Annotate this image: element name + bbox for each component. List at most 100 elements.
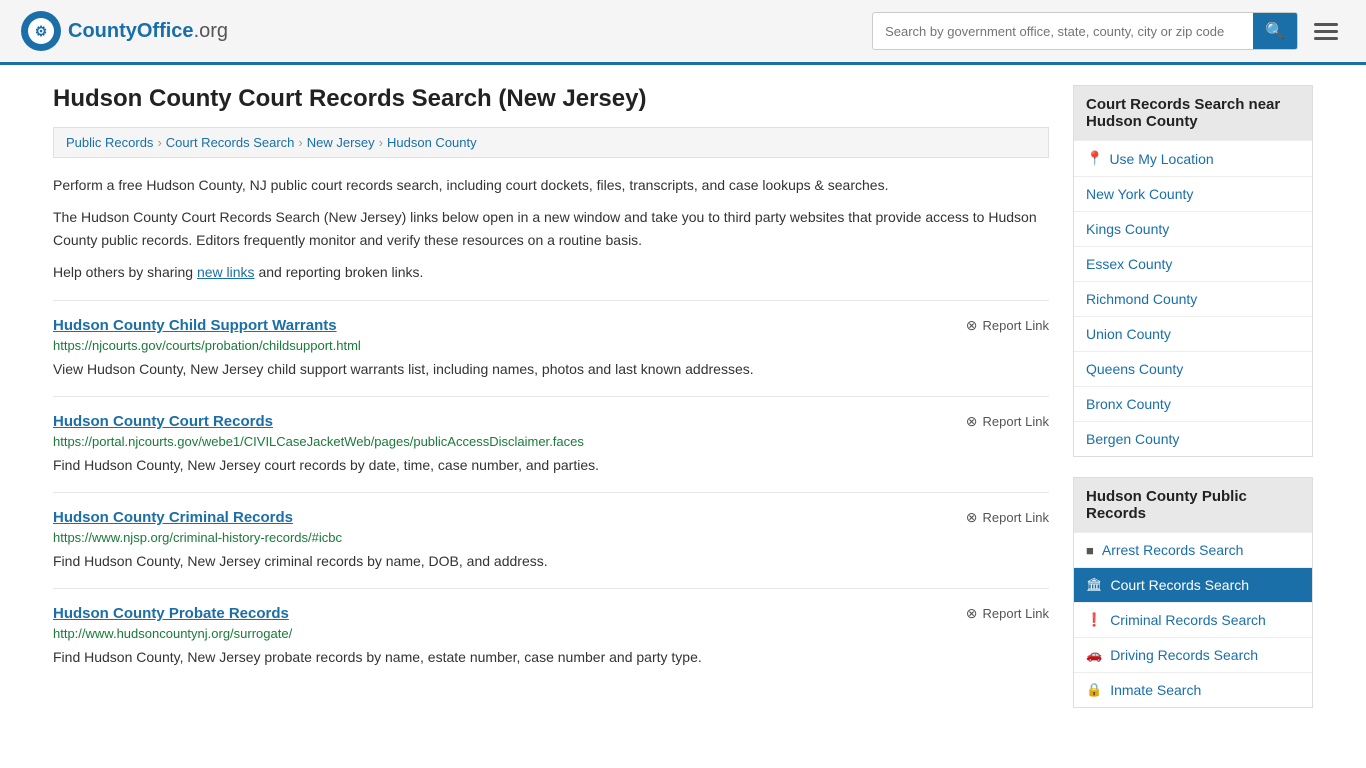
desc3-after: and reporting broken links.	[255, 264, 424, 280]
menu-bar-1	[1314, 23, 1338, 26]
breadcrumb-sep-3: ›	[379, 135, 383, 150]
record-item: Hudson County Criminal Records ⊗ Report …	[53, 492, 1049, 588]
record-title-1[interactable]: Hudson County Court Records	[53, 413, 273, 430]
menu-bar-3	[1314, 37, 1338, 40]
breadcrumb-sep-1: ›	[157, 135, 161, 150]
search-icon: 🔍	[1265, 23, 1285, 40]
menu-bar-2	[1314, 30, 1338, 33]
report-link-1[interactable]: ⊗ Report Link	[966, 413, 1049, 430]
desc-para-3: Help others by sharing new links and rep…	[53, 261, 1049, 283]
report-icon-2: ⊗	[966, 509, 978, 526]
nearby-county-item[interactable]: Kings County	[1074, 211, 1312, 246]
nearby-county-item[interactable]: Bronx County	[1074, 386, 1312, 421]
public-record-link-3[interactable]: Driving Records Search	[1110, 647, 1258, 663]
nearby-counties-list: New York County Kings County Essex County R…	[1074, 176, 1312, 456]
breadcrumb-new-jersey[interactable]: New Jersey	[307, 135, 375, 150]
record-header: Hudson County Child Support Warrants ⊗ R…	[53, 317, 1049, 334]
nearby-county-link-5[interactable]: Queens County	[1086, 361, 1183, 377]
public-record-link-4[interactable]: Inmate Search	[1110, 682, 1201, 698]
record-desc-3: Find Hudson County, New Jersey probate r…	[53, 647, 1049, 668]
logo-text: CountyOffice.org	[68, 20, 228, 43]
record-header: Hudson County Court Records ⊗ Report Lin…	[53, 413, 1049, 430]
nearby-county-link-2[interactable]: Essex County	[1086, 256, 1172, 272]
breadcrumb-court-records-search[interactable]: Court Records Search	[166, 135, 295, 150]
public-records-list: ■ Arrest Records Search 🏛 Court Records …	[1074, 532, 1312, 707]
logo-area: ⚙ CountyOffice.org	[20, 10, 228, 52]
nearby-county-link-7[interactable]: Bergen County	[1086, 431, 1179, 447]
report-link-2[interactable]: ⊗ Report Link	[966, 509, 1049, 526]
record-url-2[interactable]: https://www.njsp.org/criminal-history-re…	[53, 530, 1049, 545]
record-item: Hudson County Child Support Warrants ⊗ R…	[53, 300, 1049, 396]
record-item: Hudson County Court Records ⊗ Report Lin…	[53, 396, 1049, 492]
record-desc-1: Find Hudson County, New Jersey court rec…	[53, 455, 1049, 476]
breadcrumb-hudson-county[interactable]: Hudson County	[387, 135, 477, 150]
report-link-label-3: Report Link	[983, 606, 1049, 621]
nearby-county-item[interactable]: Bergen County	[1074, 421, 1312, 456]
records-list: Hudson County Child Support Warrants ⊗ R…	[53, 300, 1049, 684]
site-header: ⚙ CountyOffice.org 🔍	[0, 0, 1366, 65]
record-url-0[interactable]: https://njcourts.gov/courts/probation/ch…	[53, 338, 1049, 353]
public-record-icon-1: 🏛	[1086, 577, 1103, 593]
record-url-3[interactable]: http://www.hudsoncountynj.org/surrogate/	[53, 626, 1049, 641]
desc3-before: Help others by sharing	[53, 264, 197, 280]
record-title-0[interactable]: Hudson County Child Support Warrants	[53, 317, 337, 334]
public-record-icon-3: 🚗	[1086, 647, 1102, 663]
breadcrumb: Public Records › Court Records Search › …	[53, 127, 1049, 158]
nearby-county-link-4[interactable]: Union County	[1086, 326, 1171, 342]
nearby-county-item[interactable]: New York County	[1074, 176, 1312, 211]
record-header: Hudson County Probate Records ⊗ Report L…	[53, 605, 1049, 622]
search-input[interactable]	[873, 16, 1253, 47]
nearby-section-header: Court Records Search near Hudson County	[1074, 86, 1312, 140]
nearby-county-link-0[interactable]: New York County	[1086, 186, 1193, 202]
search-bar: 🔍	[872, 12, 1298, 50]
record-header: Hudson County Criminal Records ⊗ Report …	[53, 509, 1049, 526]
desc-para-1: Perform a free Hudson County, NJ public …	[53, 174, 1049, 196]
use-my-location-link[interactable]: Use My Location	[1109, 151, 1213, 167]
report-icon-0: ⊗	[966, 317, 978, 334]
page-title: Hudson County Court Records Search (New …	[53, 85, 1049, 113]
search-button[interactable]: 🔍	[1253, 13, 1297, 49]
nearby-county-link-3[interactable]: Richmond County	[1086, 291, 1197, 307]
report-link-0[interactable]: ⊗ Report Link	[966, 317, 1049, 334]
nearby-county-item[interactable]: Queens County	[1074, 351, 1312, 386]
record-url-1[interactable]: https://portal.njcourts.gov/webe1/CIVILC…	[53, 434, 1049, 449]
public-record-link-2[interactable]: Criminal Records Search	[1110, 612, 1266, 628]
nearby-county-item[interactable]: Union County	[1074, 316, 1312, 351]
nearby-county-link-6[interactable]: Bronx County	[1086, 396, 1171, 412]
public-record-icon-0: ■	[1086, 543, 1094, 558]
record-title-2[interactable]: Hudson County Criminal Records	[53, 509, 293, 526]
public-record-item[interactable]: 🏛 Court Records Search	[1074, 567, 1312, 602]
public-record-item[interactable]: ■ Arrest Records Search	[1074, 532, 1312, 567]
public-record-item[interactable]: 🚗 Driving Records Search	[1074, 637, 1312, 672]
public-records-section: Hudson County Public Records ■ Arrest Re…	[1073, 477, 1313, 708]
public-record-link-1[interactable]: Court Records Search	[1111, 577, 1250, 593]
breadcrumb-sep-2: ›	[298, 135, 302, 150]
public-record-link-0[interactable]: Arrest Records Search	[1102, 542, 1244, 558]
svg-text:⚙: ⚙	[35, 23, 48, 39]
description-section: Perform a free Hudson County, NJ public …	[53, 174, 1049, 284]
public-record-item[interactable]: 🔒 Inmate Search	[1074, 672, 1312, 707]
sidebar: Court Records Search near Hudson County …	[1073, 85, 1313, 728]
logo-icon: ⚙	[20, 10, 62, 52]
breadcrumb-public-records[interactable]: Public Records	[66, 135, 153, 150]
nearby-county-item[interactable]: Richmond County	[1074, 281, 1312, 316]
report-link-label-1: Report Link	[983, 414, 1049, 429]
desc-para-2: The Hudson County Court Records Search (…	[53, 206, 1049, 251]
record-desc-0: View Hudson County, New Jersey child sup…	[53, 359, 1049, 380]
main-layout: Hudson County Court Records Search (New …	[33, 65, 1333, 748]
use-my-location[interactable]: 📍 Use My Location	[1074, 140, 1312, 176]
report-link-label-2: Report Link	[983, 510, 1049, 525]
report-link-label-0: Report Link	[983, 318, 1049, 333]
record-title-3[interactable]: Hudson County Probate Records	[53, 605, 289, 622]
report-link-3[interactable]: ⊗ Report Link	[966, 605, 1049, 622]
nearby-county-link-1[interactable]: Kings County	[1086, 221, 1169, 237]
report-icon-1: ⊗	[966, 413, 978, 430]
menu-button[interactable]	[1306, 15, 1346, 48]
report-icon-3: ⊗	[966, 605, 978, 622]
public-records-header: Hudson County Public Records	[1074, 478, 1312, 532]
nearby-county-item[interactable]: Essex County	[1074, 246, 1312, 281]
record-desc-2: Find Hudson County, New Jersey criminal …	[53, 551, 1049, 572]
public-record-item[interactable]: ❗ Criminal Records Search	[1074, 602, 1312, 637]
new-links-link[interactable]: new links	[197, 264, 255, 280]
location-pin-icon: 📍	[1086, 150, 1103, 167]
